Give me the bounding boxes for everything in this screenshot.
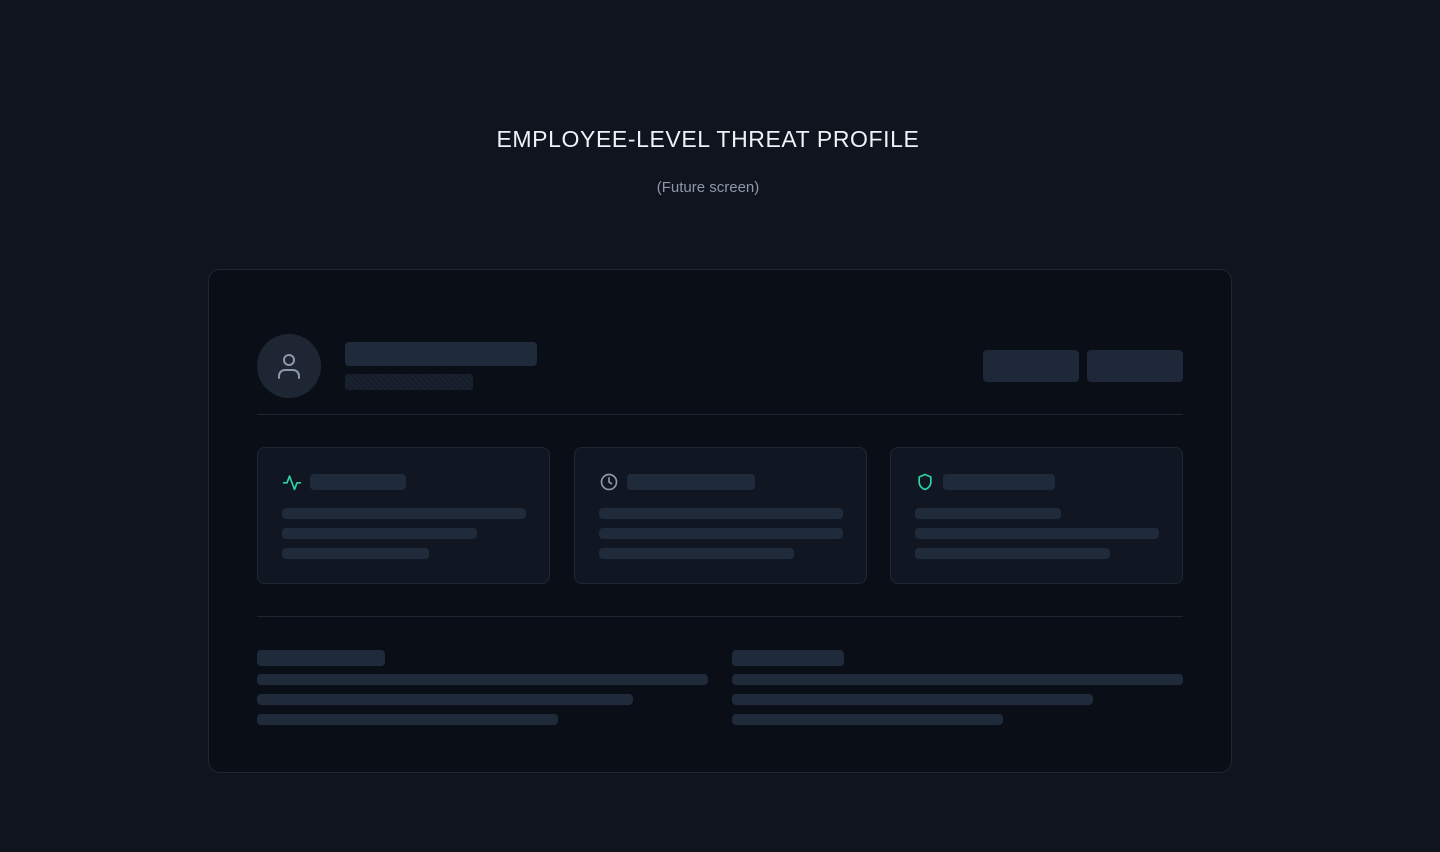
card-line-placeholder (599, 548, 794, 559)
employee-subtitle-placeholder (345, 374, 473, 390)
section-title-placeholder (257, 650, 385, 666)
profile-preview-frame (208, 269, 1232, 773)
action-button-placeholder[interactable] (1087, 350, 1183, 382)
card-line-placeholder (915, 528, 1159, 539)
card-line-placeholder (282, 508, 526, 519)
card-title-placeholder (627, 474, 755, 490)
security-card (890, 447, 1183, 584)
activity-card (257, 447, 550, 584)
user-icon (278, 354, 300, 379)
page: EMPLOYEE-LEVEL THREAT PROFILE (Future sc… (0, 0, 1440, 852)
section-line-placeholder (257, 674, 708, 685)
card-line-placeholder (599, 528, 843, 539)
section-line-placeholder (732, 714, 1003, 725)
section-line-placeholder (257, 694, 633, 705)
section-line-placeholder (732, 674, 1183, 685)
card-line-placeholder (915, 548, 1110, 559)
divider (257, 616, 1183, 617)
card-line-placeholder (915, 508, 1061, 519)
page-title: EMPLOYEE-LEVEL THREAT PROFILE (496, 126, 920, 152)
activity-icon (282, 475, 302, 491)
card-title-placeholder (943, 474, 1055, 490)
action-button-placeholder[interactable] (983, 350, 1079, 382)
card-line-placeholder (599, 508, 843, 519)
employee-name-placeholder (345, 342, 537, 366)
clock-icon (600, 473, 618, 491)
section-line-placeholder (257, 714, 558, 725)
page-subtitle: (Future screen) (656, 179, 760, 196)
timeline-card (574, 447, 867, 584)
section-line-placeholder (732, 694, 1093, 705)
section-title-placeholder (732, 650, 844, 666)
avatar (257, 334, 321, 398)
card-line-placeholder (282, 548, 429, 559)
card-title-placeholder (310, 474, 406, 490)
shield-icon (918, 473, 932, 491)
divider (257, 414, 1183, 415)
card-line-placeholder (282, 528, 477, 539)
